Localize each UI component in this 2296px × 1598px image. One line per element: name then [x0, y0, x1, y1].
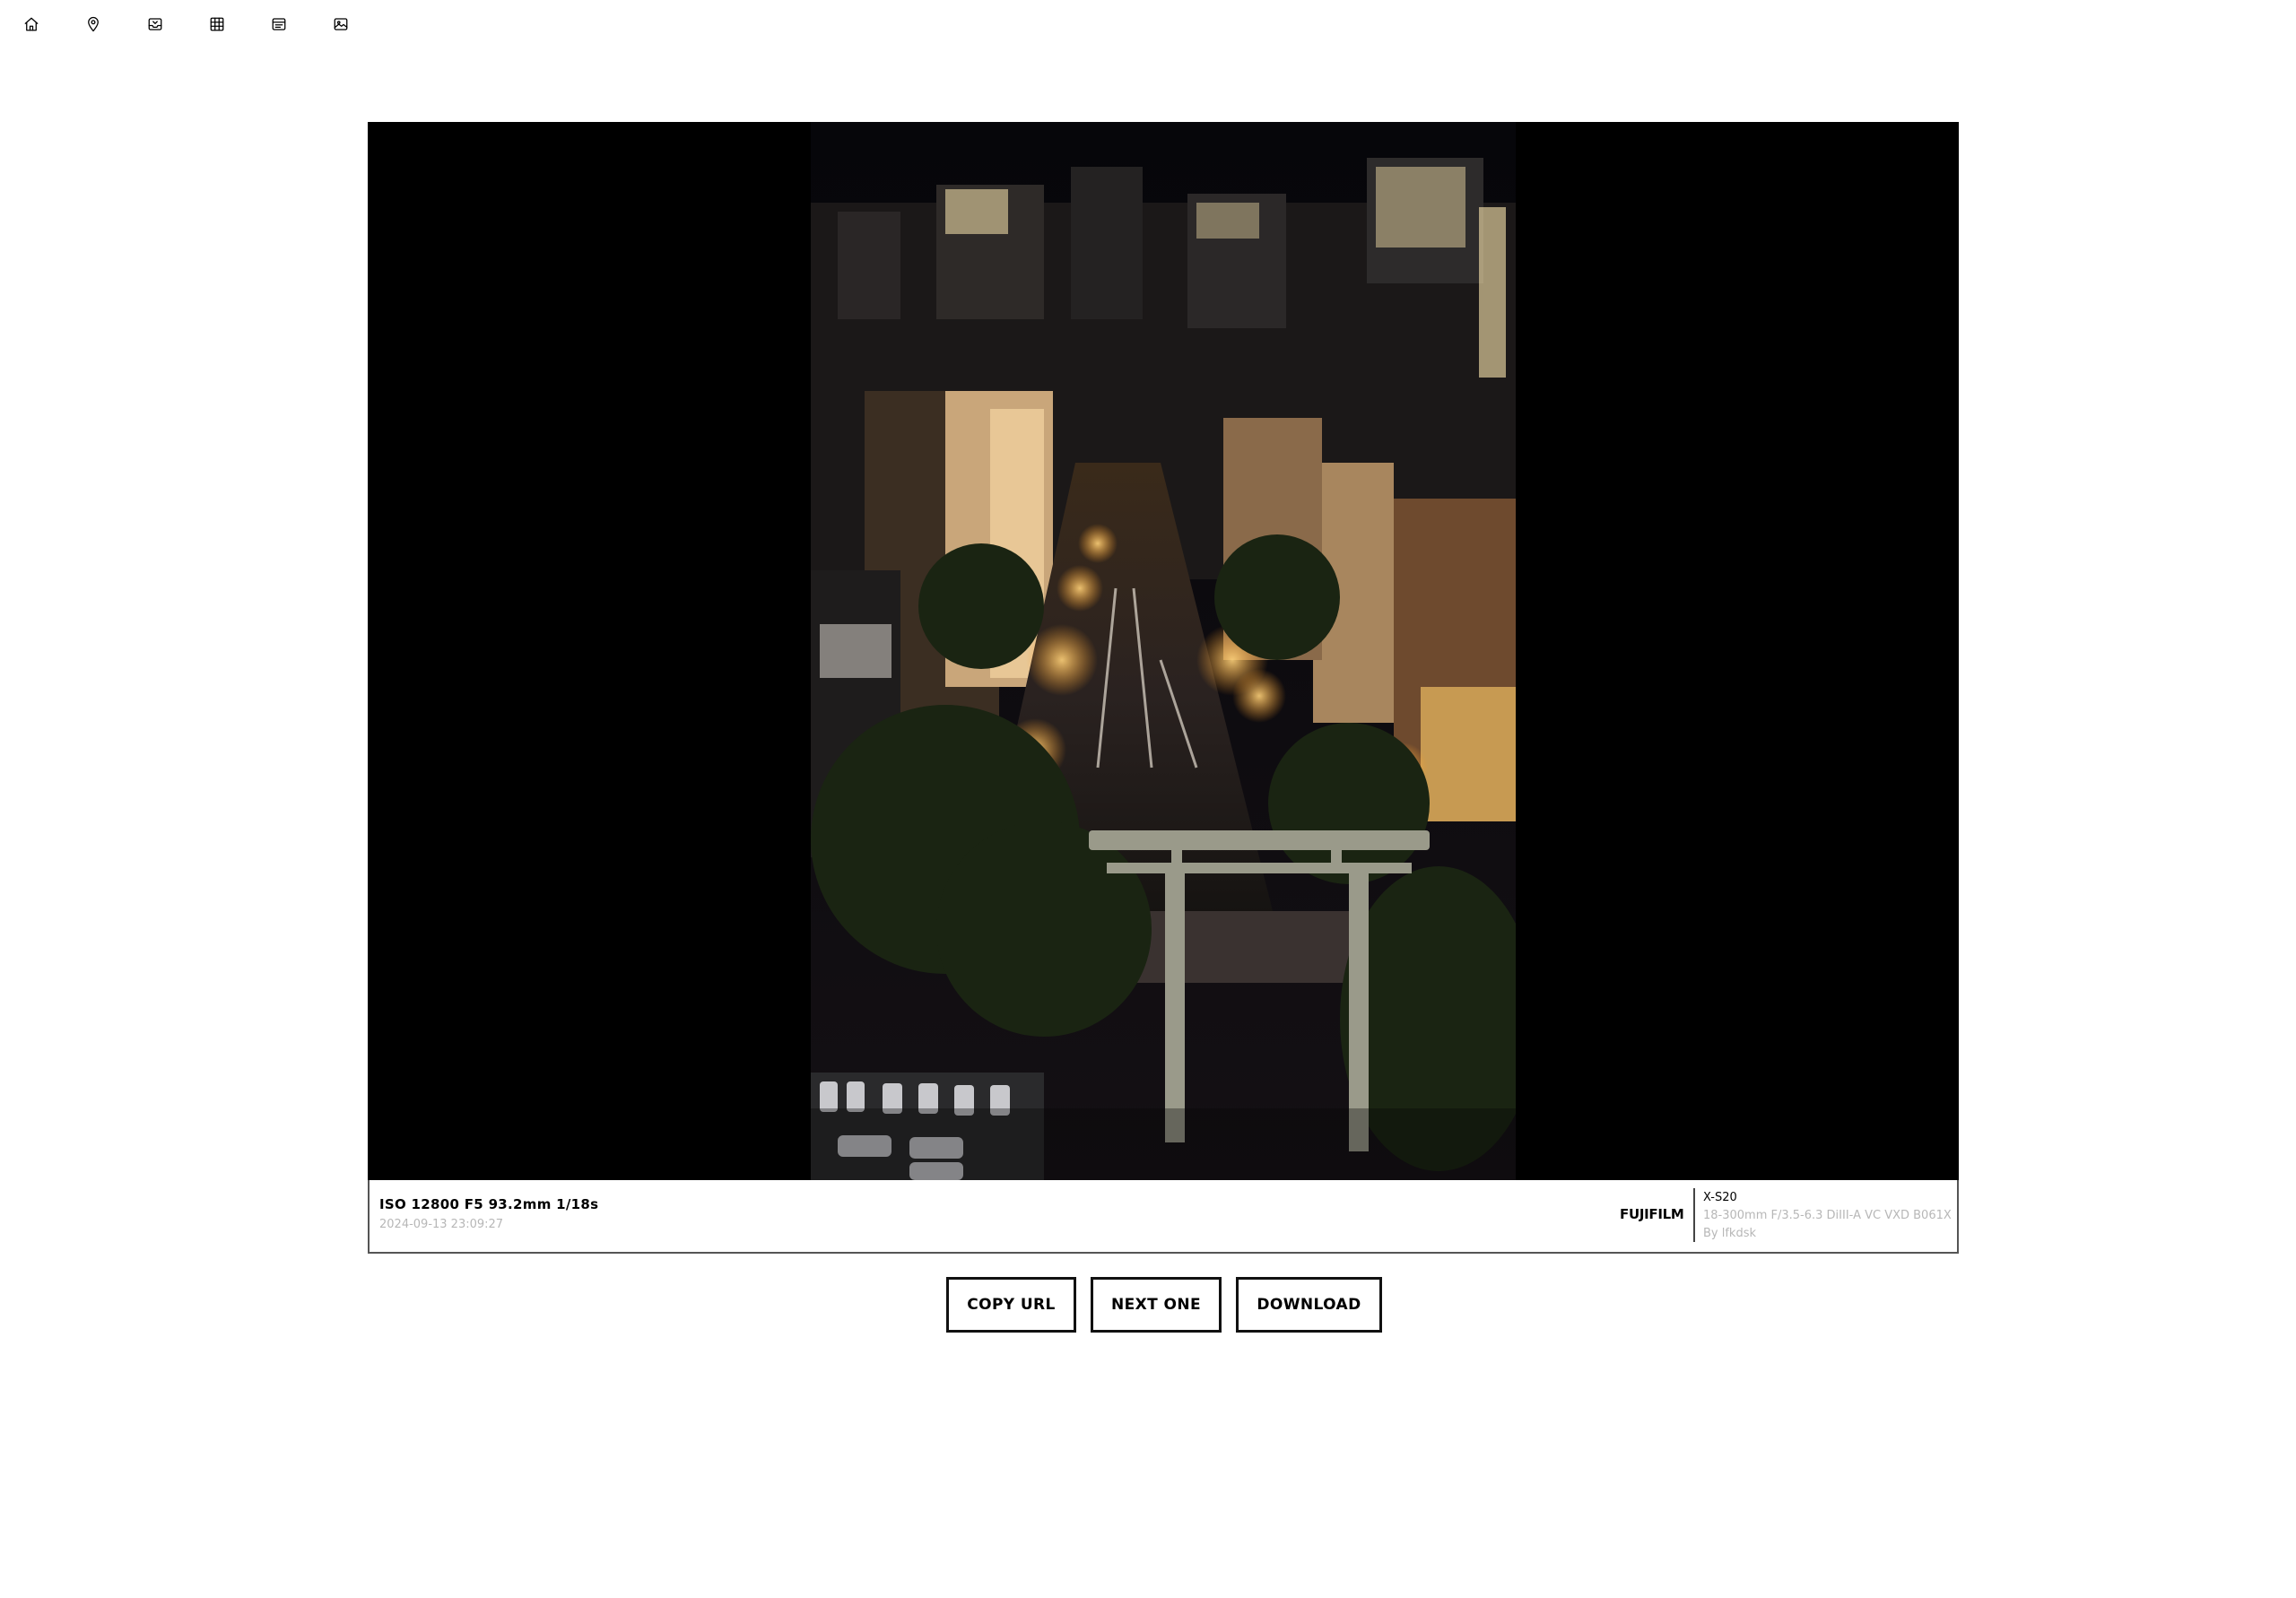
- nav-home-button[interactable]: [0, 0, 62, 48]
- exif-summary: ISO 12800 F5 93.2mm 1/18s: [379, 1196, 599, 1212]
- photo-info-bar: ISO 12800 F5 93.2mm 1/18s 2024-09-13 23:…: [368, 1180, 1959, 1254]
- download-button[interactable]: DOWNLOAD: [1236, 1277, 1382, 1333]
- nav-inbox-button[interactable]: [124, 0, 186, 48]
- photo-author: By lfkdsk: [1703, 1227, 1757, 1240]
- photo-viewer: [368, 122, 1959, 1180]
- photo-datetime: 2024-09-13 23:09:27: [379, 1218, 504, 1231]
- lens-model: 18-300mm F/3.5-6.3 DiIII-A VC VXD B061X: [1703, 1209, 1952, 1222]
- nav-grid-button[interactable]: [186, 0, 248, 48]
- inbox-icon: [148, 18, 161, 30]
- grid-icon: [210, 17, 223, 31]
- map-pin-icon: [87, 16, 99, 32]
- copy-url-button[interactable]: COPY URL: [946, 1277, 1076, 1333]
- photo-image: [811, 122, 1516, 1180]
- next-one-button[interactable]: NEXT ONE: [1091, 1277, 1222, 1333]
- nav-list-button[interactable]: [248, 0, 309, 48]
- action-buttons: COPY URL NEXT ONE DOWNLOAD: [946, 1277, 1382, 1333]
- camera-model: X-S20: [1703, 1191, 1737, 1204]
- nav-map-button[interactable]: [62, 0, 124, 48]
- top-nav: [0, 0, 371, 48]
- night-city-photo: [811, 122, 1516, 1180]
- camera-brand-logo: FUJIFILM: [1620, 1206, 1684, 1222]
- nav-photo-button[interactable]: [309, 0, 371, 48]
- image-icon: [334, 18, 347, 30]
- home-icon: [24, 17, 38, 31]
- list-icon: [272, 18, 285, 30]
- info-divider: [1693, 1188, 1695, 1242]
